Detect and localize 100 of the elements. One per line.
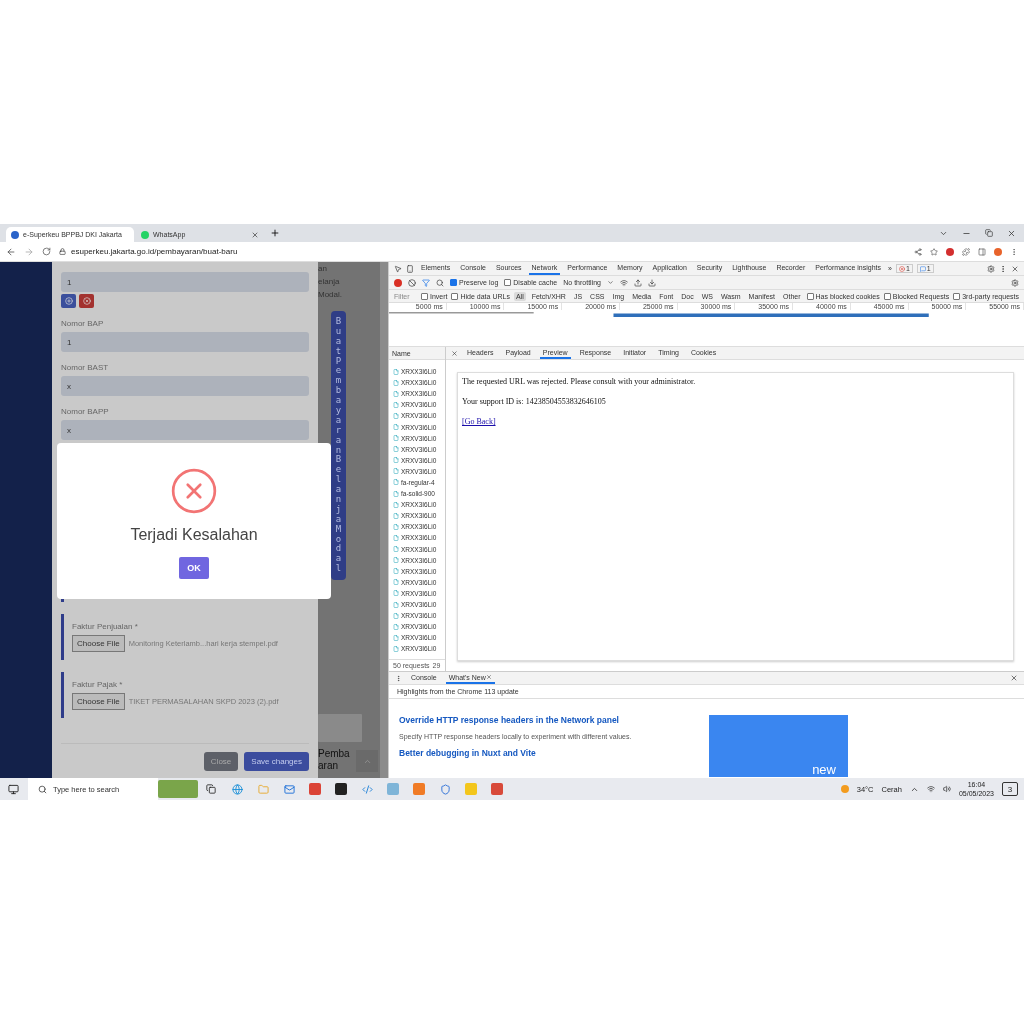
error-icon bbox=[169, 466, 219, 516]
text-fragment: aran bbox=[318, 760, 339, 772]
choose-file-button[interactable]: Choose File bbox=[72, 693, 125, 710]
photo-placeholder bbox=[318, 714, 362, 742]
extension-icon[interactable] bbox=[946, 247, 954, 256]
checkbox[interactable] bbox=[450, 279, 457, 286]
device-icon[interactable] bbox=[406, 264, 414, 273]
favicon-icon bbox=[11, 230, 19, 239]
checkbox[interactable] bbox=[420, 292, 428, 300]
menu-icon[interactable] bbox=[1010, 247, 1018, 256]
clear-icon[interactable] bbox=[408, 278, 416, 287]
wifi-icon[interactable] bbox=[926, 785, 935, 793]
close-icon[interactable] bbox=[1011, 264, 1019, 273]
file-icon bbox=[393, 390, 399, 397]
file-icon bbox=[393, 401, 399, 408]
close-icon[interactable] bbox=[1007, 228, 1016, 238]
close-icon bbox=[82, 297, 91, 305]
video-label: new bbox=[812, 762, 836, 777]
error-icon bbox=[898, 265, 905, 272]
landscape-picture bbox=[158, 780, 198, 798]
ok-button[interactable]: OK bbox=[179, 557, 209, 579]
settings-icon[interactable] bbox=[987, 264, 995, 273]
checkbox[interactable] bbox=[883, 292, 891, 300]
file-icon bbox=[393, 645, 399, 652]
file-icon bbox=[393, 557, 399, 564]
input-field[interactable]: 1 bbox=[61, 332, 309, 352]
file-icon bbox=[393, 568, 399, 575]
feature-link[interactable]: Better debugging in Nuxt and Vite bbox=[399, 748, 689, 758]
inspect-icon[interactable] bbox=[394, 264, 402, 273]
file-icon bbox=[393, 490, 399, 497]
plus-icon bbox=[64, 297, 73, 305]
close-icon[interactable] bbox=[485, 674, 492, 680]
file-icon bbox=[393, 601, 399, 608]
network-conditions-icon[interactable] bbox=[620, 278, 628, 287]
weather-icon bbox=[840, 785, 849, 793]
file-icon bbox=[393, 412, 399, 419]
preview-text: Your support ID is: 14238504553832646105 bbox=[462, 397, 607, 406]
close-icon[interactable] bbox=[1010, 674, 1018, 682]
search-icon[interactable] bbox=[436, 278, 444, 287]
feature-link[interactable]: Override HTTP response headers in the Network panel bbox=[399, 715, 689, 725]
input-field[interactable]: 1 bbox=[61, 272, 309, 292]
add-button[interactable] bbox=[61, 294, 76, 308]
message-icon bbox=[919, 265, 926, 272]
file-icon bbox=[393, 623, 399, 630]
checkbox[interactable] bbox=[451, 292, 459, 300]
checkbox[interactable] bbox=[504, 279, 512, 286]
file-icon bbox=[393, 634, 399, 641]
new-tab-icon[interactable] bbox=[270, 228, 280, 238]
file-icon bbox=[393, 579, 399, 586]
upload-icon[interactable] bbox=[634, 278, 642, 287]
vertical-button[interactable]: Buat Pembayaran Belanja Modal bbox=[331, 311, 346, 581]
text-fragment: Modal. bbox=[318, 289, 342, 301]
field-label: Faktur Pajak * bbox=[72, 680, 124, 689]
field-label: Nomor BAP bbox=[61, 319, 105, 328]
input-field[interactable]: x bbox=[61, 376, 309, 396]
field-label: Nomor BAST bbox=[61, 363, 110, 372]
volume-icon[interactable] bbox=[942, 785, 951, 793]
side-panel-icon[interactable] bbox=[978, 247, 986, 256]
search-icon bbox=[38, 784, 47, 794]
remove-button[interactable] bbox=[79, 294, 94, 308]
caret-icon bbox=[607, 279, 614, 286]
menu-icon[interactable] bbox=[999, 264, 1007, 273]
file-icon bbox=[393, 446, 399, 453]
save-button[interactable]: Save changes bbox=[244, 752, 309, 771]
video-thumbnail[interactable]: new bbox=[709, 715, 848, 777]
restore-icon[interactable] bbox=[985, 228, 993, 237]
file-icon bbox=[393, 435, 399, 442]
input-field[interactable]: x bbox=[61, 420, 309, 440]
address-text[interactable]: esuperkeu.jakarta.go.id/pembayaran/buat-baru bbox=[71, 247, 238, 256]
avatar-icon[interactable] bbox=[994, 247, 1002, 256]
file-icon bbox=[393, 590, 399, 597]
favicon-icon bbox=[141, 230, 149, 239]
preview-text: The requested URL was rejected. Please consult with your administrator. bbox=[462, 377, 697, 386]
checkbox[interactable] bbox=[806, 292, 814, 300]
lock-icon bbox=[59, 248, 66, 255]
checkbox[interactable] bbox=[953, 292, 961, 300]
file-icon bbox=[393, 424, 399, 430]
filter-icon[interactable] bbox=[422, 278, 430, 287]
file-icon bbox=[393, 368, 399, 375]
file-icon bbox=[393, 512, 399, 519]
share-icon[interactable] bbox=[914, 247, 922, 256]
field-label: Nomor BAPP bbox=[61, 407, 110, 416]
download-icon[interactable] bbox=[648, 278, 656, 287]
close-icon[interactable] bbox=[451, 349, 458, 357]
text-fragment: Pemba bbox=[318, 748, 350, 760]
record-icon[interactable] bbox=[394, 278, 402, 287]
settings-icon[interactable] bbox=[1011, 278, 1019, 287]
file-icon bbox=[393, 468, 399, 475]
go-back-link[interactable]: [Go Back] bbox=[462, 417, 496, 426]
reload-icon[interactable] bbox=[42, 247, 51, 256]
choose-file-button[interactable]: Choose File bbox=[72, 635, 125, 652]
file-icon bbox=[393, 457, 399, 464]
file-icon bbox=[393, 523, 399, 530]
notification-button[interactable]: 3 bbox=[1002, 782, 1018, 796]
file-icon bbox=[393, 379, 399, 386]
dialog-title: Terjadi Kesalahan bbox=[130, 526, 258, 544]
star-icon[interactable] bbox=[930, 247, 938, 256]
back-icon[interactable] bbox=[6, 246, 16, 257]
close-icon[interactable] bbox=[251, 230, 259, 239]
puzzle-icon[interactable] bbox=[962, 247, 970, 256]
